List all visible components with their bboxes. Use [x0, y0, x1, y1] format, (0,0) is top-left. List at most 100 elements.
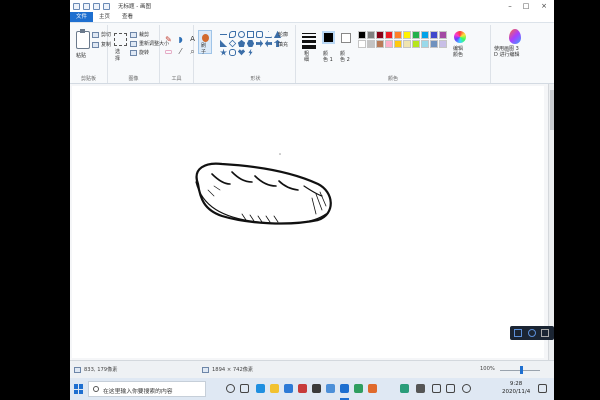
color2-swatch[interactable] [341, 33, 351, 43]
color-swatch[interactable] [376, 31, 384, 39]
color-swatch[interactable] [403, 40, 411, 48]
color-picker-icon[interactable]: ⁄ [176, 47, 185, 56]
app-icon-4[interactable] [354, 384, 363, 393]
app-icon-3[interactable] [326, 384, 335, 393]
cortana-icon[interactable] [226, 384, 235, 393]
star-shape-icon[interactable] [220, 49, 227, 56]
size-button[interactable] [302, 33, 316, 51]
tab-home[interactable]: 主页 [93, 12, 116, 22]
ime-menu-icon[interactable] [541, 329, 549, 337]
color-swatch[interactable] [430, 40, 438, 48]
right-triangle-shape-icon[interactable] [220, 40, 227, 47]
paint3d-icon[interactable] [509, 29, 521, 44]
brushes-label: 刷 子 [201, 43, 207, 55]
color-swatch[interactable] [421, 31, 429, 39]
color-swatch[interactable] [385, 31, 393, 39]
app-icon-5[interactable] [368, 384, 377, 393]
outline-button[interactable]: 轮廓 [278, 31, 288, 38]
status-bar: 833, 179像素 1894 × 742像素 100% [70, 360, 554, 378]
edit-colors-label[interactable]: 编辑 颜色 [453, 46, 463, 58]
ime-indicator-icon[interactable] [462, 384, 471, 393]
search-icon [93, 386, 99, 392]
taskbar-search-box[interactable]: 在这里输入你要搜索的内容 [88, 381, 206, 397]
rotate-button[interactable]: 旋转 [130, 49, 149, 56]
color-swatch[interactable] [367, 31, 375, 39]
color-swatch[interactable] [439, 40, 447, 48]
edit-colors-icon[interactable] [454, 31, 466, 43]
line-shape-icon[interactable] [220, 34, 227, 35]
scissors-icon [92, 31, 99, 38]
file-explorer-icon[interactable] [270, 384, 279, 393]
save-icon[interactable] [83, 2, 90, 10]
color-swatch[interactable] [385, 40, 393, 48]
lightning-shape-icon[interactable] [248, 49, 253, 56]
pentagon-shape-icon[interactable] [238, 40, 245, 47]
vertical-scrollbar[interactable] [548, 84, 554, 360]
oval-shape-icon[interactable] [238, 31, 245, 38]
ime-mode-icon[interactable] [514, 329, 522, 337]
edit-with-paint3d-button[interactable]: 使用画图 3 D 进行编辑 [494, 46, 519, 58]
minimize-icon[interactable]: – [506, 2, 514, 10]
tools-group: ✎ ◗ A ▭ ⁄ ⌕ 工具 [160, 25, 197, 83]
color-swatch[interactable] [403, 31, 411, 39]
scrollbar-thumb[interactable] [550, 90, 554, 130]
tray-wechat-icon[interactable] [416, 384, 425, 393]
fill-icon[interactable]: ◗ [176, 35, 185, 44]
tab-view[interactable]: 查看 [116, 12, 139, 22]
volume-icon[interactable] [446, 384, 455, 393]
redo-icon[interactable] [103, 2, 110, 10]
color-swatch[interactable] [421, 40, 429, 48]
app-icon-2[interactable] [312, 384, 321, 393]
color-swatch[interactable] [394, 31, 402, 39]
task-view-icon[interactable] [240, 384, 249, 393]
paste-icon[interactable] [76, 29, 90, 49]
crop-button[interactable]: 裁剪 [130, 31, 149, 38]
callout-shape-icon[interactable] [229, 49, 236, 56]
network-icon[interactable] [432, 384, 441, 393]
rectangle-shape-icon[interactable] [247, 31, 254, 38]
app-icon-1[interactable] [298, 384, 307, 393]
color-swatch[interactable] [412, 40, 420, 48]
color-swatch[interactable] [430, 31, 438, 39]
hexagon-shape-icon[interactable] [247, 40, 254, 47]
eraser-icon[interactable]: ▭ [164, 47, 173, 56]
close-icon[interactable]: × [540, 2, 548, 10]
color-swatch[interactable] [412, 31, 420, 39]
tray-app-icon[interactable] [400, 384, 409, 393]
color-swatch[interactable] [358, 31, 366, 39]
heart-shape-icon[interactable] [238, 49, 245, 56]
color1-swatch[interactable] [322, 31, 335, 44]
clock[interactable]: 9:28 2020/11/4 [502, 380, 530, 396]
notification-icon[interactable] [538, 384, 547, 393]
left-arrow-shape-icon[interactable] [265, 40, 272, 47]
maximize-icon[interactable]: □ [522, 2, 530, 10]
brushes-button[interactable]: 刷 子 [198, 30, 212, 55]
rounded-rectangle-shape-icon[interactable] [256, 31, 263, 38]
color-swatch[interactable] [394, 40, 402, 48]
curve-shape-icon[interactable] [229, 31, 236, 38]
undo-icon[interactable] [93, 2, 100, 10]
windows-start-icon[interactable] [74, 384, 84, 394]
tab-file[interactable]: 文件 [70, 12, 94, 22]
diamond-shape-icon[interactable] [228, 39, 237, 48]
select-button[interactable]: 选 择 [115, 49, 120, 63]
paint-taskbar-icon[interactable] [340, 384, 349, 393]
color-swatch[interactable] [367, 40, 375, 48]
tool-grid: ✎ ◗ A ▭ ⁄ ⌕ [164, 35, 197, 56]
drawing-canvas[interactable] [72, 86, 544, 358]
ime-settings-icon[interactable] [528, 329, 536, 337]
polygon-shape-icon[interactable] [265, 31, 272, 38]
shape-gallery [220, 31, 281, 56]
right-arrow-shape-icon[interactable] [256, 40, 263, 47]
colors-group-label: 颜色 [387, 76, 398, 82]
paste-button[interactable]: 粘贴 [76, 52, 86, 59]
edge-icon[interactable] [256, 384, 265, 393]
mail-icon[interactable] [284, 384, 293, 393]
color-swatch[interactable] [376, 40, 384, 48]
pencil-icon[interactable]: ✎ [164, 35, 173, 44]
color-swatch[interactable] [439, 31, 447, 39]
select-icon[interactable] [114, 33, 127, 46]
color-swatch[interactable] [358, 40, 366, 48]
fill-button[interactable]: 填充 [278, 41, 288, 48]
zoom-slider-thumb[interactable] [520, 366, 523, 374]
